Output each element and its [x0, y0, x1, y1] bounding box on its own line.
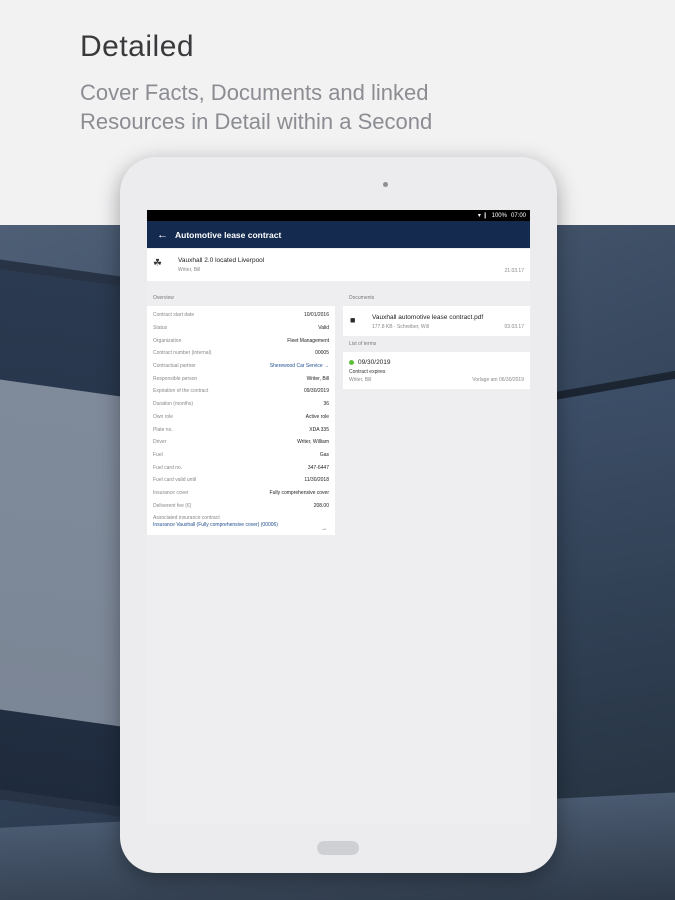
term-meta: Vorlage am 06/30/2019: [472, 377, 524, 383]
contractual-partner-link[interactable]: Sherewood Car Service →: [270, 363, 329, 369]
associated-contract-link[interactable]: Insurance Vauxhall (Fully comprehensive …: [153, 522, 303, 529]
side-column: Documents ■ Vauxhall automotive lease co…: [343, 290, 530, 389]
contract-icon: ☘: [153, 258, 162, 269]
documents-label: Documents: [349, 295, 375, 301]
overview-row: Contract start date 10/01/2016: [153, 312, 329, 319]
overview-row: Fuel card valid until 11/30/2018: [153, 477, 329, 484]
overview-label: Overview: [153, 295, 174, 301]
app-bar: ← Automotive lease contract: [147, 221, 530, 248]
battery-level: 100%: [491, 212, 507, 219]
record-name: Vauxhall 2.0 located Liverpool: [178, 257, 265, 264]
terms-label: List of terms: [349, 341, 377, 347]
term-user: Writer, Bill: [349, 377, 372, 383]
associated-contract-label: Associated insurance contract: [153, 515, 220, 521]
overview-row: Contract number (internal) 00005: [153, 350, 329, 357]
signal-icon: ▾ ❙: [477, 213, 488, 219]
home-button[interactable]: [317, 841, 359, 855]
document-name[interactable]: Vauxhall automotive lease contract.pdf: [372, 314, 483, 321]
overview-row: Status Valid: [153, 325, 329, 332]
record-date: 21.03.17: [504, 268, 524, 274]
overview-row: Duration (months) 36: [153, 401, 329, 408]
document-date: 03.03.17: [504, 324, 524, 330]
overview-row: Insurance cover Fully comprehensive cover: [153, 489, 329, 496]
overview-row: Expiration of the contract 09/30/2019: [153, 388, 329, 395]
clock: 07:00: [510, 212, 526, 219]
tablet-device: ▾ ❙ 100% 07:00 ← Automotive lease contra…: [120, 157, 557, 873]
camera-dot: [383, 182, 388, 187]
term-description: Contract expires: [349, 369, 386, 375]
document-icon: ■: [350, 315, 356, 325]
document-item[interactable]: ■ Vauxhall automotive lease contract.pdf…: [343, 306, 530, 336]
record-header: ☘ Vauxhall 2.0 located Liverpool Writer,…: [147, 249, 530, 281]
tablet-screen: ▾ ❙ 100% 07:00 ← Automotive lease contra…: [147, 210, 530, 824]
status-bar: ▾ ❙ 100% 07:00: [147, 210, 530, 221]
overview-row: Fuel card no. 347-6447: [153, 464, 329, 471]
associated-contract[interactable]: Associated insurance contract Insurance …: [147, 512, 335, 535]
overview-row: Driver Writer, William: [153, 439, 329, 446]
overview-column: Overview Contract start date 10/01/2016 S…: [147, 290, 335, 535]
promo-headline: Detailed: [80, 30, 195, 63]
term-item[interactable]: 09/30/2019 Contract expires Writer, Bill…: [343, 352, 530, 389]
record-owner: Writer, Bill: [178, 267, 201, 273]
promo-subline: Cover Facts, Documents and linked Resour…: [80, 80, 433, 134]
page-title: Automotive lease contract: [175, 229, 282, 240]
overview-row[interactable]: Contractual partner Sherewood Car Service…: [147, 360, 335, 373]
overview-row: Plate no. XDA 335: [153, 426, 329, 433]
overview-row: Fuel Gas: [153, 451, 329, 458]
status-dot-icon: [349, 360, 354, 365]
overview-card: Contract start date 10/01/2016 Status Vali…: [147, 306, 335, 535]
arrow-right-icon[interactable]: →: [321, 526, 327, 532]
overview-row: Own role Active role: [153, 413, 329, 420]
document-meta: 177.8 KB · Schreiber, Will: [372, 324, 429, 330]
back-arrow-icon[interactable]: ←: [157, 229, 175, 241]
overview-row: Organization Fleet Management: [153, 337, 329, 344]
overview-row: Responsible person Writer, Bill: [153, 375, 329, 382]
term-date: 09/30/2019: [358, 359, 391, 366]
overview-row: Deliverent fee (€) 208.00: [153, 502, 329, 509]
